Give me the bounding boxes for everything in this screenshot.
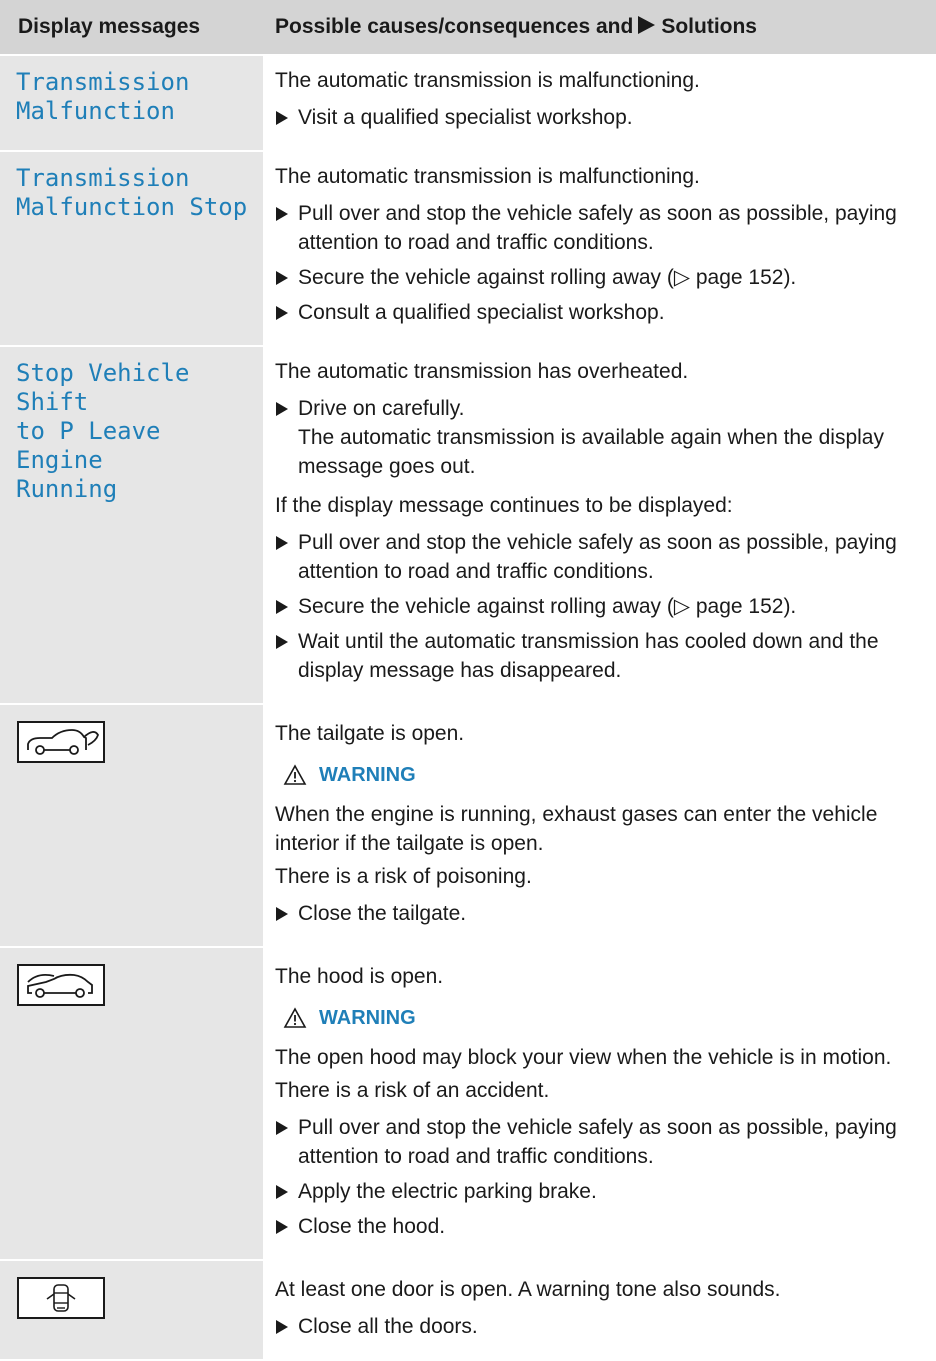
- step-triangle-icon: [276, 306, 288, 320]
- header-causes-solutions: Possible causes/consequences and Solution…: [263, 0, 936, 56]
- cause-text: The automatic transmission has overheate…: [275, 360, 689, 383]
- solution-cell: The automatic transmission is malfunctio…: [263, 151, 936, 347]
- display-messages-table: Display messages Possible causes/consequ…: [0, 0, 936, 1361]
- table-row: The tailgate is open. WARNING When the e…: [0, 704, 936, 948]
- cause-text: The hood is open.: [275, 965, 444, 988]
- step-text: Secure the vehicle against rolling away …: [298, 595, 797, 618]
- condition-text: If the display message continues to be d…: [275, 494, 733, 517]
- hood-open-icon: [17, 964, 105, 1006]
- display-message-transmission-malfunction: Transmission Malfunction: [16, 68, 190, 125]
- step-text: Close all the doors.: [298, 1315, 478, 1338]
- step-text: Drive on carefully.: [298, 397, 465, 420]
- message-cell: [0, 947, 263, 1261]
- step-text: Pull over and stop the vehicle safely as…: [298, 202, 897, 254]
- step-text: Visit a qualified specialist workshop.: [298, 106, 633, 129]
- solution-step: Drive on carefully.: [275, 394, 936, 423]
- step-triangle-icon: [276, 1185, 288, 1199]
- step-triangle-icon: [276, 536, 288, 550]
- step-text: Apply the electric parking brake.: [298, 1180, 597, 1203]
- solution-step: Visit a qualified specialist workshop.: [275, 103, 936, 132]
- warning-text: When the engine is running, exhaust gase…: [275, 803, 878, 855]
- step-triangle-icon: [276, 635, 288, 649]
- manual-page: Display messages Possible causes/consequ…: [0, 0, 936, 1361]
- header-display-messages: Display messages: [0, 0, 263, 56]
- table-row: The hood is open. WARNING The open hood …: [0, 947, 936, 1261]
- step-text: Close the hood.: [298, 1215, 446, 1238]
- step-text: Wait until the automatic transmission ha…: [298, 630, 879, 682]
- tailgate-open-icon: [17, 721, 105, 763]
- step-triangle-icon: [276, 1220, 288, 1234]
- door-open-icon: [17, 1277, 105, 1319]
- step-triangle-icon: [276, 907, 288, 921]
- step-triangle-icon: [276, 1320, 288, 1334]
- header-causes-text: Possible causes/consequences and: [275, 15, 634, 38]
- risk-text: There is a risk of poisoning.: [275, 865, 532, 888]
- message-cell: [0, 704, 263, 948]
- step-text: Close the tailgate.: [298, 902, 467, 925]
- step-text: Pull over and stop the vehicle safely as…: [298, 1116, 897, 1168]
- table-row: At least one door is open. A warning ton…: [0, 1260, 936, 1361]
- table-row: Stop Vehicle Shift to P Leave Engine Run…: [0, 346, 936, 705]
- solution-cell: The hood is open. WARNING The open hood …: [263, 947, 936, 1261]
- solution-step: Close the tailgate.: [275, 899, 936, 928]
- solution-step: Wait until the automatic transmission ha…: [275, 627, 936, 685]
- solution-step: Close all the doors.: [275, 1312, 936, 1341]
- step-text: Consult a qualified specialist workshop.: [298, 301, 665, 324]
- solution-step: Pull over and stop the vehicle safely as…: [275, 199, 936, 257]
- risk-text: There is a risk of an accident.: [275, 1079, 550, 1102]
- solution-cell: The automatic transmission has overheate…: [263, 346, 936, 705]
- step-text: Pull over and stop the vehicle safely as…: [298, 531, 897, 583]
- warning-text: The open hood may block your view when t…: [275, 1046, 892, 1069]
- warning-heading: WARNING: [283, 1005, 936, 1031]
- warning-triangle-icon: [283, 1007, 307, 1028]
- display-message-transmission-malfunction-stop: Transmission Malfunction Stop: [16, 164, 248, 221]
- solution-step: Apply the electric parking brake.: [275, 1177, 936, 1206]
- step-note: The automatic transmission is available …: [298, 426, 884, 478]
- solution-step: Secure the vehicle against rolling away …: [275, 592, 936, 621]
- step-triangle-icon: [276, 1121, 288, 1135]
- display-message-stop-vehicle: Stop Vehicle Shift to P Leave Engine Run…: [16, 359, 190, 503]
- solution-step: Pull over and stop the vehicle safely as…: [275, 1113, 936, 1171]
- solution-step: Close the hood.: [275, 1212, 936, 1241]
- cause-text: The automatic transmission is malfunctio…: [275, 165, 700, 188]
- warning-label: WARNING: [319, 1006, 416, 1029]
- warning-label: WARNING: [319, 763, 416, 786]
- warning-triangle-icon: [283, 764, 307, 785]
- solution-step: Secure the vehicle against rolling away …: [275, 263, 936, 292]
- table-header-row: Display messages Possible causes/consequ…: [0, 0, 936, 56]
- solution-cell: The automatic transmission is malfunctio…: [263, 55, 936, 152]
- step-triangle-icon: [276, 111, 288, 125]
- step-triangle-icon: [276, 207, 288, 221]
- solution-cell: At least one door is open. A warning ton…: [263, 1260, 936, 1361]
- cause-text: The automatic transmission is malfunctio…: [275, 69, 700, 92]
- step-text: Secure the vehicle against rolling away …: [298, 266, 797, 289]
- solution-cell: The tailgate is open. WARNING When the e…: [263, 704, 936, 948]
- step-triangle-icon: [276, 402, 288, 416]
- cause-text: The tailgate is open.: [275, 722, 465, 745]
- step-triangle-icon: [276, 271, 288, 285]
- table-row: Transmission Malfunction The automatic t…: [0, 55, 936, 152]
- cause-text: At least one door is open. A warning ton…: [275, 1278, 781, 1301]
- table-row: Transmission Malfunction Stop The automa…: [0, 151, 936, 347]
- step-triangle-icon: [276, 600, 288, 614]
- message-cell: Transmission Malfunction: [0, 55, 263, 152]
- header-solutions-text: Solutions: [661, 15, 757, 38]
- solution-triangle-icon: [638, 16, 656, 34]
- solution-step: Pull over and stop the vehicle safely as…: [275, 528, 936, 586]
- message-cell: Transmission Malfunction Stop: [0, 151, 263, 347]
- message-cell: [0, 1260, 263, 1361]
- warning-heading: WARNING: [283, 762, 936, 788]
- message-cell: Stop Vehicle Shift to P Leave Engine Run…: [0, 346, 263, 705]
- solution-step: Consult a qualified specialist workshop.: [275, 298, 936, 327]
